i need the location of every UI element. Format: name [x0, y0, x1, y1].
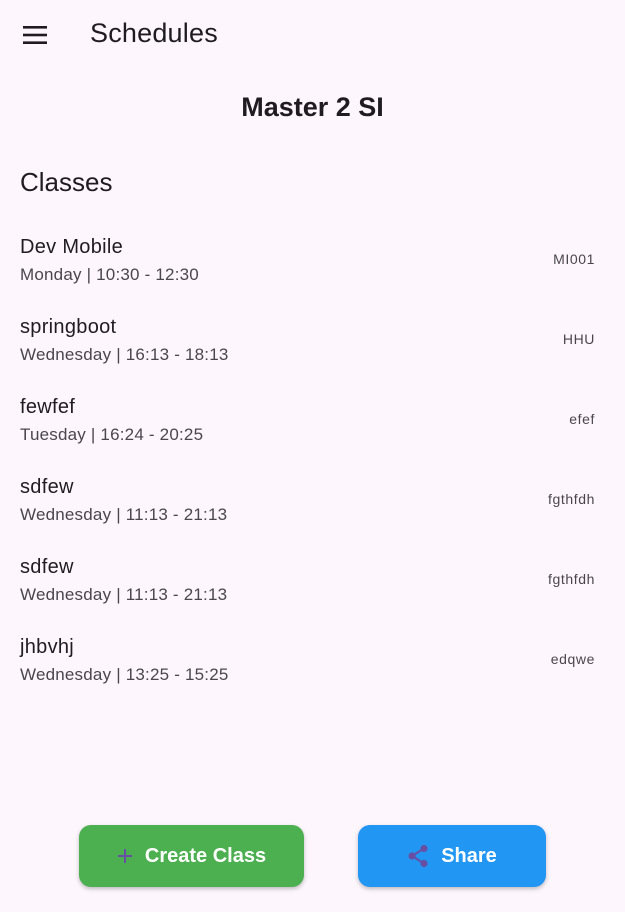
create-class-label: Create Class — [144, 844, 267, 867]
class-time: Wednesday | 11:13 - 21:13 — [20, 585, 228, 604]
class-list-item[interactable]: fewfef Tuesday | 16:24 - 20:25 efef — [0, 383, 625, 463]
menu-icon[interactable] — [22, 25, 48, 45]
class-list: Dev Mobile Monday | 10:30 - 12:30 MI001 … — [0, 223, 625, 703]
share-icon — [407, 844, 429, 868]
class-time: Tuesday | 16:24 - 20:25 — [20, 425, 204, 444]
class-code: HHU — [562, 331, 595, 347]
class-time: Wednesday | 13:25 - 15:25 — [20, 665, 229, 684]
page-title: Schedules — [90, 18, 218, 48]
class-code: efef — [569, 411, 595, 427]
class-time: Wednesday | 16:13 - 18:13 — [20, 345, 229, 364]
class-name: springboot — [20, 316, 117, 338]
class-name: fewfef — [20, 396, 76, 418]
class-code: fgthfdh — [547, 571, 595, 587]
class-list-item[interactable]: jhbvhj Wednesday | 13:25 - 15:25 edqwe — [0, 623, 625, 703]
share-label: Share — [441, 844, 497, 867]
class-list-item[interactable]: Dev Mobile Monday | 10:30 - 12:30 MI001 — [0, 223, 625, 303]
classes-section-title: Classes — [20, 167, 113, 197]
class-name: sdfew — [20, 556, 74, 578]
create-class-button[interactable]: Create Class — [79, 825, 304, 887]
class-name: jhbvhj — [20, 636, 75, 658]
schedule-name: Master 2 SI — [241, 92, 384, 122]
class-time: Monday | 10:30 - 12:30 — [20, 265, 199, 284]
class-code: edqwe — [550, 651, 595, 667]
share-button[interactable]: Share — [358, 825, 546, 887]
class-name: Dev Mobile — [20, 236, 124, 258]
class-list-item[interactable]: springboot Wednesday | 16:13 - 18:13 HHU — [0, 303, 625, 383]
schedules-screen: Schedules Master 2 SI Classes Dev Mobile… — [0, 0, 625, 912]
class-time: Wednesday | 11:13 - 21:13 — [20, 505, 228, 524]
class-name: sdfew — [20, 476, 74, 498]
class-list-item[interactable]: sdfew Wednesday | 11:13 - 21:13 fgthfdh — [0, 543, 625, 623]
class-code: MI001 — [553, 251, 595, 267]
class-list-item[interactable]: sdfew Wednesday | 11:13 - 21:13 fgthfdh — [0, 463, 625, 543]
class-code: fgthfdh — [547, 491, 595, 507]
app-bar: Schedules — [0, 0, 625, 68]
plus-icon — [117, 848, 133, 864]
